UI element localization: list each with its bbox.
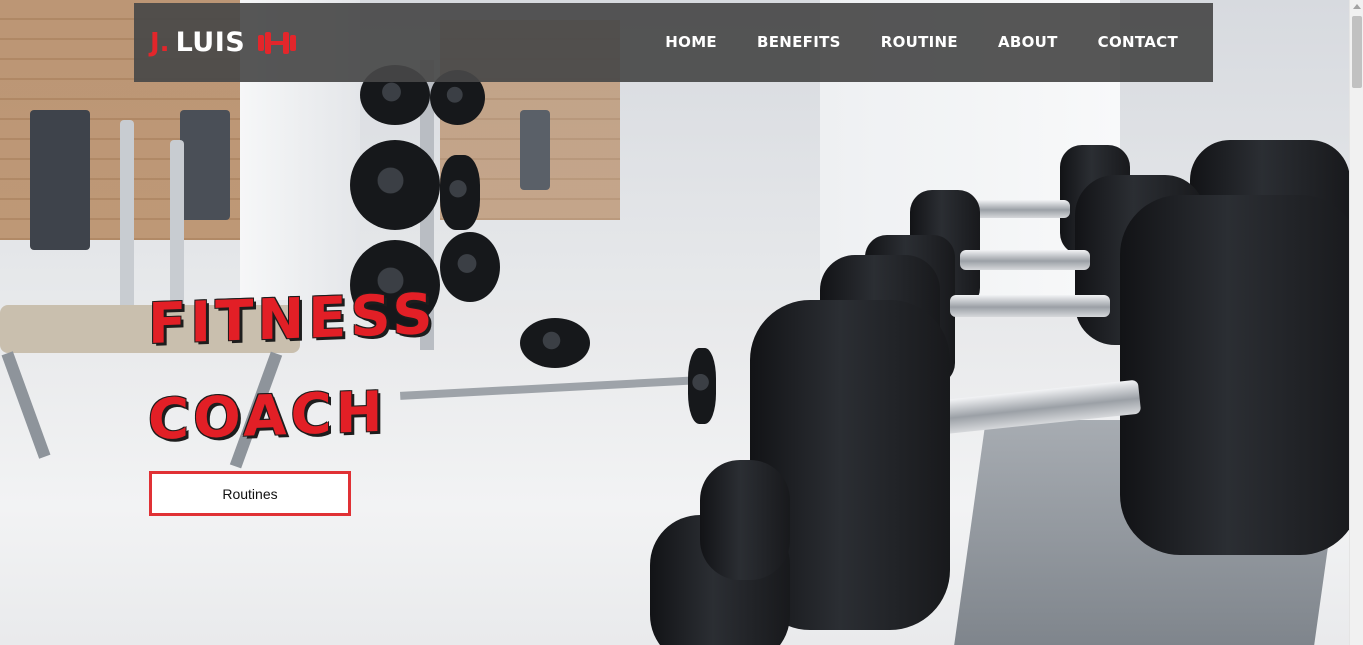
- dumbbell-rack: [650, 120, 1349, 645]
- brand-name: LUIS: [175, 27, 246, 58]
- dumbbell-handle: [950, 295, 1110, 317]
- weight-plate: [440, 155, 480, 230]
- scroll-up-arrow-icon[interactable]: [1353, 4, 1361, 9]
- page-scrollbar[interactable]: [1349, 0, 1363, 645]
- machine-frame: [120, 120, 134, 310]
- nav-link-home[interactable]: HOME: [665, 33, 717, 51]
- nav-link-contact[interactable]: CONTACT: [1098, 33, 1178, 51]
- brand-initial: J.: [150, 27, 170, 58]
- gym-machine: [520, 110, 550, 190]
- dumbbell-icon: [257, 30, 297, 56]
- dumbbell-weight: [700, 460, 790, 580]
- nav-link-about[interactable]: ABOUT: [998, 33, 1058, 51]
- gym-machine: [180, 110, 230, 220]
- hero-title-line-1: FITNESS: [148, 281, 437, 358]
- nav-link-routine[interactable]: ROUTINE: [881, 33, 958, 51]
- weight-plate: [688, 348, 716, 424]
- nav-link-benefits[interactable]: BENEFITS: [757, 33, 841, 51]
- main-navbar: J. LUIS HOME BENEFITS ROUTINE ABOUT CONT…: [134, 3, 1213, 82]
- hero-title: FITNESS COACH: [148, 267, 437, 469]
- nav-item: ABOUT: [998, 33, 1058, 52]
- weight-plate: [440, 232, 500, 302]
- nav-links: HOME BENEFITS ROUTINE ABOUT CONTACT: [665, 33, 1178, 52]
- nav-item: ROUTINE: [881, 33, 958, 52]
- nav-item: HOME: [665, 33, 717, 52]
- gym-machine: [30, 110, 90, 250]
- weight-plate: [350, 140, 440, 230]
- weight-plate: [520, 318, 590, 368]
- scrollbar-thumb[interactable]: [1352, 16, 1362, 88]
- brand-logo-link[interactable]: J. LUIS: [150, 27, 297, 58]
- hero-title-line-2: COACH: [148, 379, 387, 454]
- routines-button[interactable]: Routines: [149, 471, 351, 516]
- dumbbell-weight: [1120, 195, 1349, 555]
- dumbbell-handle: [960, 250, 1090, 270]
- nav-item: BENEFITS: [757, 33, 841, 52]
- nav-item: CONTACT: [1098, 33, 1178, 52]
